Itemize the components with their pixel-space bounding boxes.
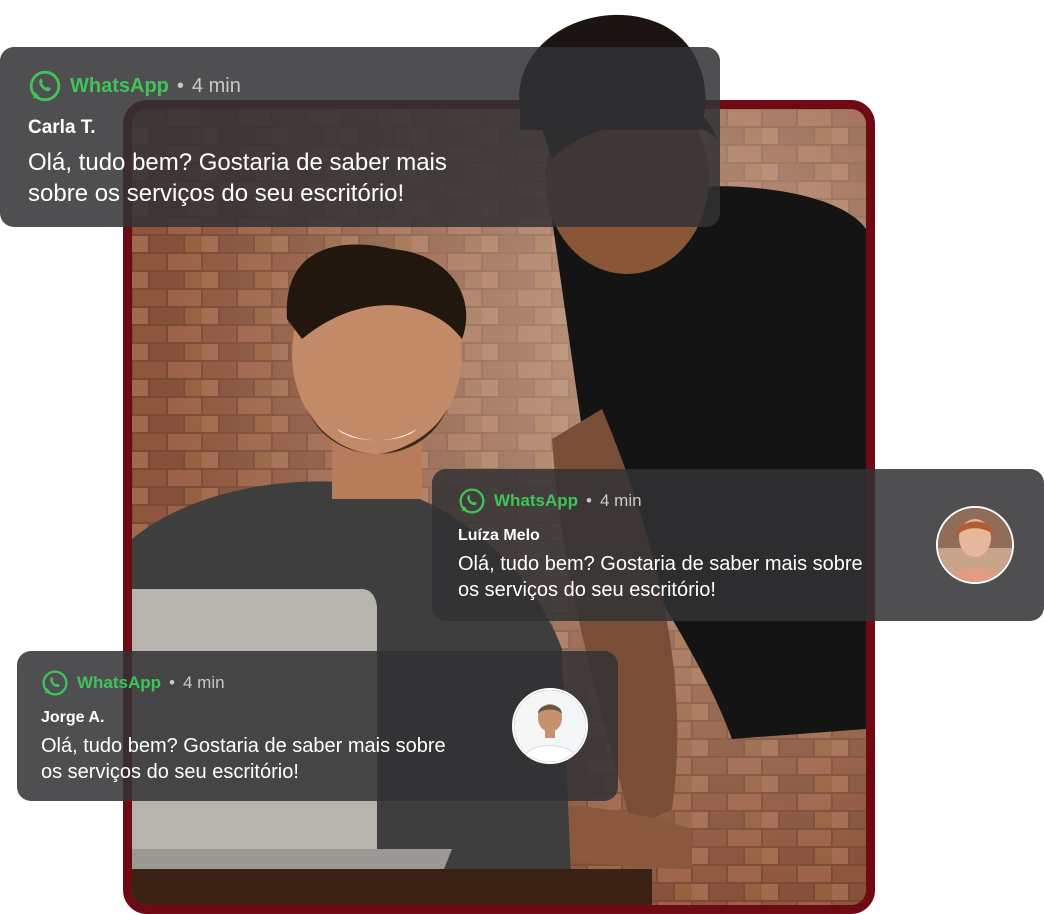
- notification-time: 4 min: [191, 74, 241, 97]
- notification-card-jorge[interactable]: WhatsApp • 4 min Jorge A. Olá, tudo bem?…: [17, 651, 618, 801]
- notification-time: 4 min: [600, 491, 642, 510]
- separator-dot: •: [586, 491, 592, 510]
- notification-card-luiza[interactable]: WhatsApp • 4 min Luíza Melo Olá, tudo be…: [432, 469, 1044, 621]
- notification-header: WhatsApp • 4 min: [28, 69, 692, 103]
- app-name: WhatsApp: [70, 74, 169, 97]
- avatar: [512, 688, 588, 764]
- sender-name: Luíza Melo: [458, 527, 540, 544]
- message-text: Olá, tudo bem? Gostaria de saber mais so…: [458, 553, 863, 601]
- separator-dot: •: [169, 673, 175, 692]
- avatar: [936, 506, 1014, 584]
- separator-dot: •: [176, 74, 184, 97]
- notification-header: WhatsApp • 4 min: [458, 487, 1018, 515]
- notification-time: 4 min: [183, 673, 225, 692]
- app-name: WhatsApp: [77, 673, 162, 692]
- notification-card-carla[interactable]: WhatsApp • 4 min Carla T. Olá, tudo bem?…: [0, 47, 720, 227]
- app-name: WhatsApp: [494, 491, 579, 510]
- whatsapp-icon: [41, 669, 69, 697]
- whatsapp-icon: [28, 69, 62, 103]
- notification-header: WhatsApp • 4 min: [41, 669, 594, 697]
- whatsapp-icon: [458, 487, 486, 515]
- message-text: Olá, tudo bem? Gostaria de saber mais so…: [41, 735, 446, 783]
- message-text: Olá, tudo bem? Gostaria de saber mais so…: [28, 149, 447, 207]
- sender-name: Carla T.: [28, 117, 96, 138]
